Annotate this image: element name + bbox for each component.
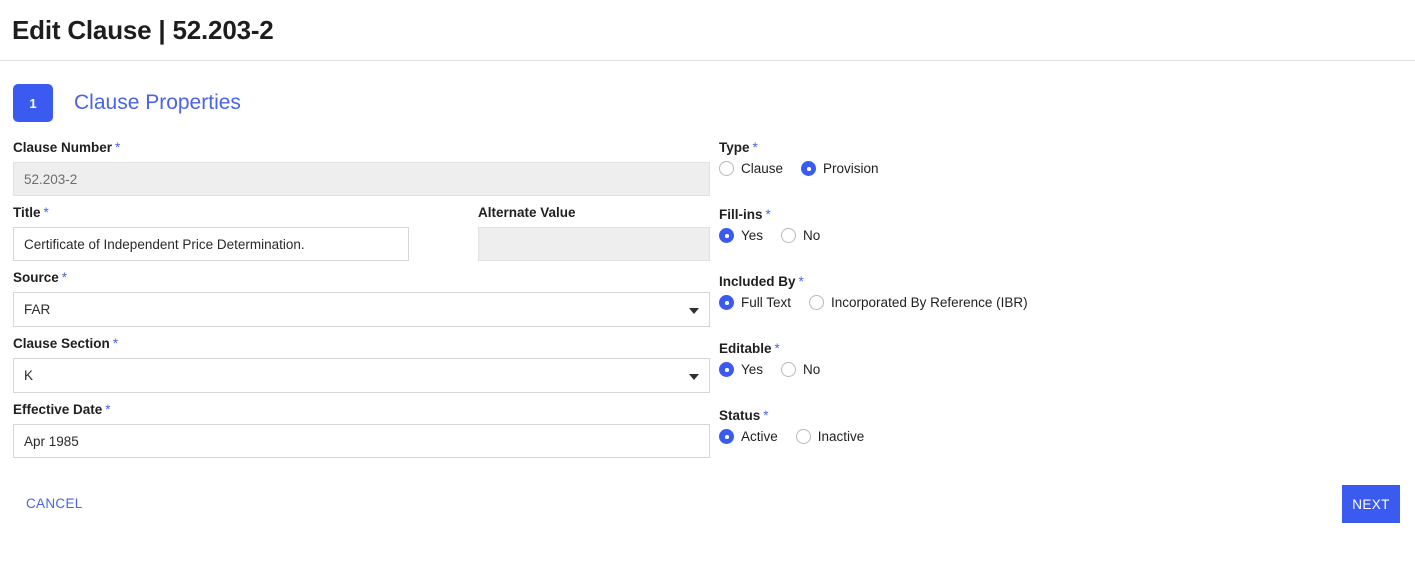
alternate-value-input[interactable] xyxy=(478,227,710,261)
source-select-wrapper: FAR xyxy=(13,292,710,327)
fill-ins-option-yes-label: Yes xyxy=(741,228,764,243)
editable-option-yes[interactable]: Yes xyxy=(719,362,763,377)
field-editable: Editable * Yes No xyxy=(719,341,1250,377)
required-asterisk: * xyxy=(774,341,780,356)
clause-section-label: Clause Section * xyxy=(13,336,710,352)
title-input[interactable] xyxy=(13,227,409,261)
required-asterisk: * xyxy=(61,270,68,285)
radio-unselected-icon xyxy=(809,295,825,310)
radio-selected-icon xyxy=(719,429,734,444)
status-option-active[interactable]: Active xyxy=(719,429,778,444)
title-alternate-row: Title* Alternate Value xyxy=(13,205,710,261)
required-asterisk: * xyxy=(105,402,111,417)
status-radio-group: Active Inactive xyxy=(719,429,1250,444)
status-option-inactive-label: Inactive xyxy=(817,429,865,444)
clause-section-select[interactable]: K xyxy=(13,358,710,393)
page-title: Edit Clause | 52.203-2 xyxy=(12,14,274,45)
status-label: Status * xyxy=(719,408,1250,424)
form-footer: CANCEL NEXT xyxy=(0,485,1415,541)
radio-unselected-icon xyxy=(795,429,811,444)
alternate-value-label-text: Alternate Value xyxy=(478,205,576,220)
type-option-provision[interactable]: Provision xyxy=(801,161,879,176)
radio-unselected-icon xyxy=(781,228,797,243)
required-asterisk: * xyxy=(765,207,771,222)
radio-selected-icon xyxy=(719,295,734,310)
required-asterisk: * xyxy=(115,140,121,155)
fill-ins-option-no-label: No xyxy=(803,228,821,243)
editable-label: Editable * xyxy=(719,341,1250,357)
type-option-clause[interactable]: Clause xyxy=(719,161,783,176)
included-by-label-text: Included By xyxy=(719,274,796,289)
radio-selected-icon xyxy=(719,228,734,243)
radio-unselected-icon xyxy=(719,161,734,176)
source-label: Source * xyxy=(13,270,710,286)
required-asterisk: * xyxy=(43,205,49,220)
fill-ins-option-yes[interactable]: Yes xyxy=(719,228,763,243)
alternate-value-label: Alternate Value xyxy=(478,205,710,221)
source-select[interactable]: FAR xyxy=(13,292,710,327)
required-asterisk: * xyxy=(798,274,804,289)
field-type: Type * Clause Provision xyxy=(719,140,1250,176)
editable-option-no-label: No xyxy=(803,362,821,377)
editable-radio-group: Yes No xyxy=(719,362,1250,377)
radio-unselected-icon xyxy=(781,362,797,377)
form-right-column: Type * Clause Provision Fill-ins * Yes N… xyxy=(710,123,1250,467)
fill-ins-label: Fill-ins * xyxy=(719,207,1250,223)
fill-ins-option-no[interactable]: No xyxy=(781,228,820,243)
effective-date-label: Effective Date * xyxy=(13,402,710,418)
page-header: Edit Clause | 52.203-2 xyxy=(0,0,1415,61)
field-title: Title * xyxy=(13,205,409,261)
type-option-clause-label: Clause xyxy=(741,161,784,176)
clause-properties-form: Clause Number* Title* Alternate Value So xyxy=(0,123,1415,467)
included-by-option-ibr[interactable]: Incorporated By Reference (IBR) xyxy=(809,295,1028,310)
effective-date-label-text: Effective Date xyxy=(13,402,103,417)
step-number-badge: 1 xyxy=(13,84,53,122)
clause-section-label-text: Clause Section xyxy=(13,336,110,351)
editable-option-yes-label: Yes xyxy=(741,362,764,377)
required-asterisk: * xyxy=(112,336,119,351)
effective-date-input[interactable] xyxy=(13,424,710,458)
editable-label-text: Editable xyxy=(719,341,772,356)
clause-section-select-wrapper: K xyxy=(13,358,710,393)
included-by-option-ibr-label: Incorporated By Reference (IBR) xyxy=(831,295,1028,310)
field-included-by: Included By * Full Text Incorporated By R… xyxy=(719,274,1250,310)
field-clause-section: Clause Section * K xyxy=(13,336,710,393)
column-spacer xyxy=(409,205,478,261)
radio-selected-icon xyxy=(801,161,817,176)
status-option-inactive[interactable]: Inactive xyxy=(795,429,865,444)
clause-number-label-text: Clause Number xyxy=(13,140,113,155)
included-by-option-full-text[interactable]: Full Text xyxy=(719,295,791,310)
radio-selected-icon xyxy=(719,362,734,377)
form-left-column: Clause Number* Title* Alternate Value So xyxy=(13,123,710,467)
step-title: Clause Properties xyxy=(74,91,241,114)
included-by-radio-group: Full Text Incorporated By Reference (IBR… xyxy=(719,295,1250,310)
title-label: Title * xyxy=(13,205,409,221)
field-fill-ins: Fill-ins * Yes No xyxy=(719,207,1250,243)
type-label: Type * xyxy=(719,140,1250,156)
cancel-button[interactable]: CANCEL xyxy=(26,496,83,511)
clause-number-input[interactable] xyxy=(13,162,710,196)
clause-number-label: Clause Number * xyxy=(13,140,710,156)
status-option-active-label: Active xyxy=(741,429,778,444)
field-source: Source * FAR xyxy=(13,270,710,327)
field-status: Status * Active Inactive xyxy=(719,408,1250,444)
included-by-option-full-text-label: Full Text xyxy=(741,295,792,310)
next-button[interactable]: NEXT xyxy=(1342,485,1400,523)
fill-ins-label-text: Fill-ins xyxy=(719,207,763,222)
field-clause-number: Clause Number * xyxy=(13,140,710,196)
included-by-label: Included By * xyxy=(719,274,1250,290)
type-option-provision-label: Provision xyxy=(823,161,879,176)
field-effective-date: Effective Date * xyxy=(13,402,710,458)
title-label-text: Title xyxy=(13,205,41,220)
type-radio-group: Clause Provision xyxy=(719,161,1250,176)
field-alternate-value: Alternate Value xyxy=(478,205,710,261)
fill-ins-radio-group: Yes No xyxy=(719,228,1250,243)
required-asterisk: * xyxy=(752,140,758,155)
type-label-text: Type xyxy=(719,140,750,155)
wizard-step-header: 1 Clause Properties xyxy=(0,61,1415,123)
status-label-text: Status xyxy=(719,408,761,423)
required-asterisk: * xyxy=(763,408,769,423)
editable-option-no[interactable]: No xyxy=(781,362,820,377)
source-label-text: Source xyxy=(13,270,59,285)
